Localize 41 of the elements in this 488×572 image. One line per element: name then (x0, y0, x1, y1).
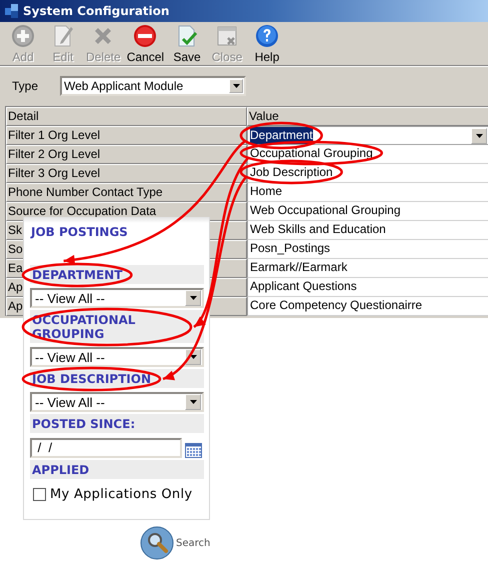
calendar-icon[interactable] (185, 443, 202, 458)
plus-circle-icon (11, 24, 35, 48)
checkbox[interactable] (33, 488, 46, 501)
type-dropdown[interactable]: Web Applicant Module (60, 76, 246, 96)
section-heading: POSTED SINCE: (30, 414, 204, 433)
search-button[interactable]: Search (140, 526, 210, 560)
column-header: Detail (6, 107, 247, 126)
caret-icon (471, 128, 487, 144)
minus-circle-icon (133, 24, 158, 48)
toolbar-button[interactable]: Cancel (124, 24, 168, 65)
field-label: Type (12, 79, 40, 93)
table-cell[interactable]: Applicant Questions (247, 278, 488, 297)
caret-icon (185, 394, 201, 410)
table-cell[interactable]: Web Occupational Grouping (247, 202, 488, 221)
table-cell[interactable]: Core Competency Questionairre (247, 297, 488, 316)
window-title: System Configuration (23, 4, 170, 18)
caret-icon (229, 79, 243, 93)
table-cell[interactable]: Posn_Postings (247, 240, 488, 259)
table-cell[interactable]: Home (247, 183, 488, 202)
dropdown-field[interactable]: Department (247, 126, 488, 145)
dropdown-field[interactable]: -- View All -- (30, 392, 204, 412)
table-cell: Filter 2 Org Level (6, 145, 247, 164)
toolbar-button[interactable]: Help (247, 24, 288, 65)
table-cell[interactable]: Earmark//Earmark (247, 259, 488, 278)
cubes-icon (4, 3, 20, 19)
date-field[interactable]: / / (30, 438, 182, 458)
table-cell[interactable]: Job Description (247, 164, 488, 183)
section-heading: DEPARTMENT (30, 265, 204, 284)
toolbar-button[interactable]: Save (167, 24, 208, 65)
column-header: Value (247, 107, 488, 126)
table-cell: Phone Number Contact Type (6, 183, 247, 202)
checkbox-label: My Applications Only (50, 487, 192, 502)
help-icon (255, 24, 280, 48)
table-cell: Filter 1 Org Level (6, 126, 247, 145)
section-heading: APPLIED (30, 460, 204, 479)
window-cross-icon (215, 24, 240, 48)
table-cell: Filter 3 Org Level (6, 164, 247, 183)
dropdown-field[interactable]: -- View All -- (30, 347, 204, 367)
table-cell[interactable]: Web Skills and Education (247, 221, 488, 240)
caret-icon (185, 290, 201, 306)
dropdown-field[interactable]: -- View All -- (30, 288, 204, 308)
